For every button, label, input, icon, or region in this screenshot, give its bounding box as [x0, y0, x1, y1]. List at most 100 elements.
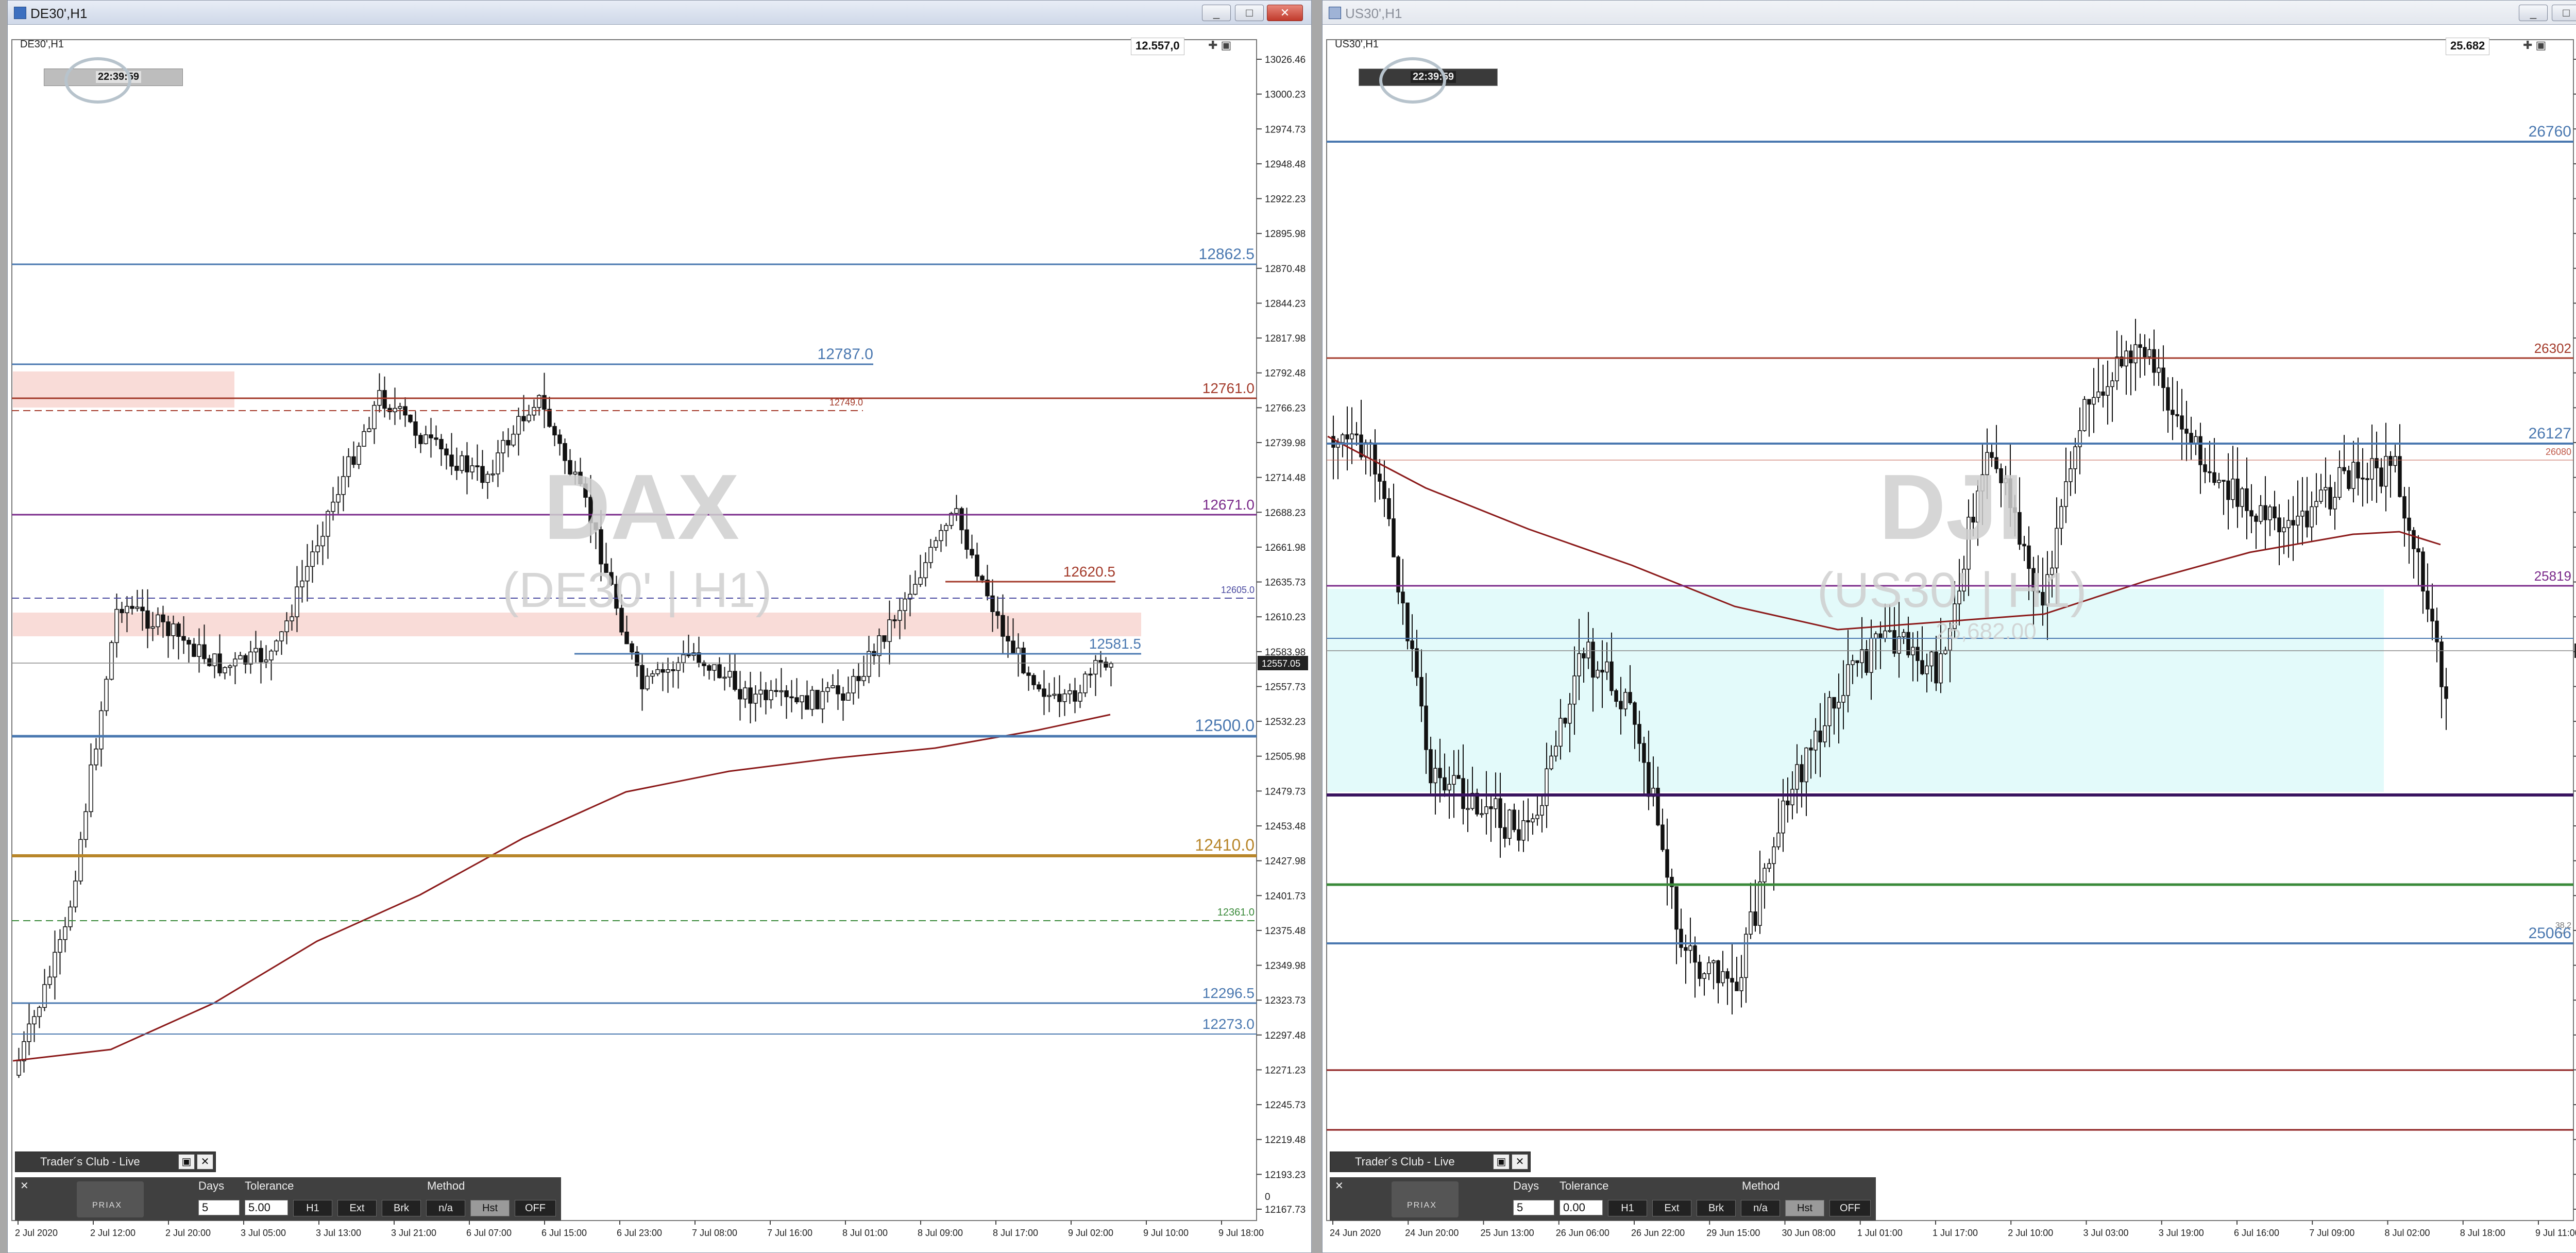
- panel-restore-icon[interactable]: ▣: [178, 1154, 195, 1170]
- candle-body: [2106, 386, 2110, 396]
- candle-body: [1818, 731, 1822, 742]
- candle-body: [1730, 978, 1734, 983]
- candle-body: [1392, 518, 1396, 557]
- candle-body: [2231, 478, 2235, 500]
- candle-body: [2133, 344, 2138, 364]
- candle-body: [2333, 497, 2337, 510]
- brk-button[interactable]: Brk: [1697, 1200, 1736, 1216]
- panel-label: Trader´s Club - Live: [1355, 1155, 1455, 1168]
- toolbar-close-icon[interactable]: ✕: [1335, 1179, 1344, 1192]
- dax-price-chart[interactable]: 13026.46 13000.23 12974.73 12948.48 12922.23…: [8, 24, 1311, 1253]
- days-input[interactable]: 5: [198, 1200, 240, 1215]
- panel-close-icon[interactable]: ✕: [1512, 1154, 1528, 1170]
- candle-body: [300, 580, 304, 587]
- candle-body: [2324, 487, 2328, 490]
- level-label: 26302: [2534, 341, 2571, 356]
- candle-body: [2101, 391, 2105, 396]
- ext-button[interactable]: Ext: [1652, 1200, 1691, 1216]
- candle-body: [2059, 506, 2063, 529]
- candle-body: [264, 659, 268, 663]
- candle-body: [2291, 520, 2295, 526]
- candle-body: [197, 644, 201, 657]
- candle-body: [758, 689, 763, 695]
- tolerance-input[interactable]: 0.00: [1560, 1200, 1603, 1215]
- maximize-button[interactable]: □: [2552, 5, 2576, 21]
- x-tick-label: 8 Jul 18:00: [2460, 1228, 2505, 1238]
- candle-body: [1042, 688, 1046, 697]
- symbol-label: DE30',H1: [20, 39, 64, 50]
- traders-club-panel-bar[interactable]: Trader´s Club - Live ▣ ✕: [1330, 1152, 1531, 1172]
- candle-body: [640, 665, 645, 689]
- h1-button[interactable]: H1: [1608, 1200, 1647, 1216]
- na-button[interactable]: n/a: [426, 1200, 465, 1216]
- y-tick-label: 12193.23: [1265, 1170, 1306, 1180]
- candle-body: [439, 439, 444, 450]
- close-button[interactable]: ✕: [1267, 5, 1303, 21]
- title-bar[interactable]: DE30',H1 _ □ ✕: [8, 1, 1311, 25]
- candle-body: [1568, 703, 1572, 724]
- candle-body: [2147, 349, 2151, 358]
- candle-body: [1554, 746, 1558, 757]
- panel-restore-icon[interactable]: ▣: [1493, 1154, 1510, 1170]
- candle-body: [1874, 633, 1878, 639]
- h1-button[interactable]: H1: [293, 1200, 332, 1216]
- candle-body: [68, 906, 73, 927]
- candle-body: [1345, 434, 1349, 439]
- toolbar-close-icon[interactable]: ✕: [20, 1179, 29, 1192]
- bid-price-box: 25.682: [2446, 38, 2490, 55]
- maximize-button[interactable]: □: [1235, 5, 1264, 21]
- off-button[interactable]: OFF: [1829, 1200, 1871, 1216]
- x-tick-label: 8 Jul 09:00: [918, 1228, 963, 1238]
- dji-chart-window[interactable]: US30',H1 _ □ ✕ 26953.9126880.5626809.062…: [1322, 0, 2576, 1253]
- candle-body: [346, 456, 351, 477]
- candle-body: [1605, 661, 1609, 673]
- candle-body: [764, 689, 768, 700]
- candle-body: [1642, 743, 1646, 763]
- chart-mini-icons[interactable]: ✚ ▣: [2523, 39, 2546, 52]
- watermark-symbol: DAX: [544, 455, 740, 559]
- na-button[interactable]: n/a: [1741, 1200, 1780, 1216]
- tolerance-input[interactable]: 5.00: [245, 1200, 288, 1215]
- chart-mini-icons[interactable]: ✚ ▣: [1208, 39, 1231, 52]
- hst-button[interactable]: Hst: [470, 1200, 510, 1216]
- candle-body: [1083, 673, 1088, 693]
- off-button[interactable]: OFF: [515, 1200, 556, 1216]
- candle-body: [1916, 647, 1920, 661]
- x-tick-label: 3 Jul 19:00: [2159, 1228, 2204, 1238]
- days-input[interactable]: 5: [1513, 1200, 1554, 1215]
- candle-body: [1795, 764, 1799, 790]
- candle-body: [1438, 768, 1442, 778]
- candle-body: [1902, 632, 1906, 637]
- candle-body: [2314, 501, 2318, 507]
- minimize-button[interactable]: _: [1202, 5, 1231, 21]
- ext-button[interactable]: Ext: [337, 1200, 377, 1216]
- candle-body: [660, 669, 665, 673]
- candle-body: [918, 577, 923, 585]
- candle-body: [753, 693, 758, 704]
- hst-button[interactable]: Hst: [1785, 1200, 1824, 1216]
- x-tick-label: 8 Jul 01:00: [842, 1228, 888, 1238]
- y-tick-label: 12714.48: [1265, 473, 1306, 484]
- x-tick-label: 6 Jul 16:00: [2234, 1228, 2279, 1238]
- candle-body: [836, 685, 840, 695]
- candle-body: [1549, 755, 1553, 769]
- candle-body: [460, 455, 464, 471]
- minimize-button[interactable]: _: [2519, 5, 2548, 21]
- candle-body: [748, 687, 753, 704]
- candle-body: [429, 434, 433, 438]
- tolerance-label: Tolerance: [1560, 1179, 1609, 1192]
- candle-body: [856, 676, 861, 681]
- candle-body: [1057, 693, 1062, 702]
- traders-club-panel-bar[interactable]: Trader´s Club - Live ▣ ✕: [15, 1152, 216, 1172]
- title-bar[interactable]: US30',H1 _ □ ✕: [1323, 1, 2576, 25]
- candle-body: [1572, 675, 1577, 705]
- candle-body: [2203, 464, 2207, 472]
- x-tick-label: 7 Jul 08:00: [692, 1228, 737, 1238]
- dax-chart-window[interactable]: DE30',H1 _ □ ✕ 13026.46 13000.23 12974.73 1…: [7, 0, 1312, 1253]
- panel-close-icon[interactable]: ✕: [197, 1154, 213, 1170]
- candle-body: [867, 651, 871, 677]
- brk-button[interactable]: Brk: [382, 1200, 421, 1216]
- candle-body: [1855, 660, 1859, 664]
- candle-body: [712, 664, 717, 671]
- candle-body: [1093, 660, 1098, 675]
